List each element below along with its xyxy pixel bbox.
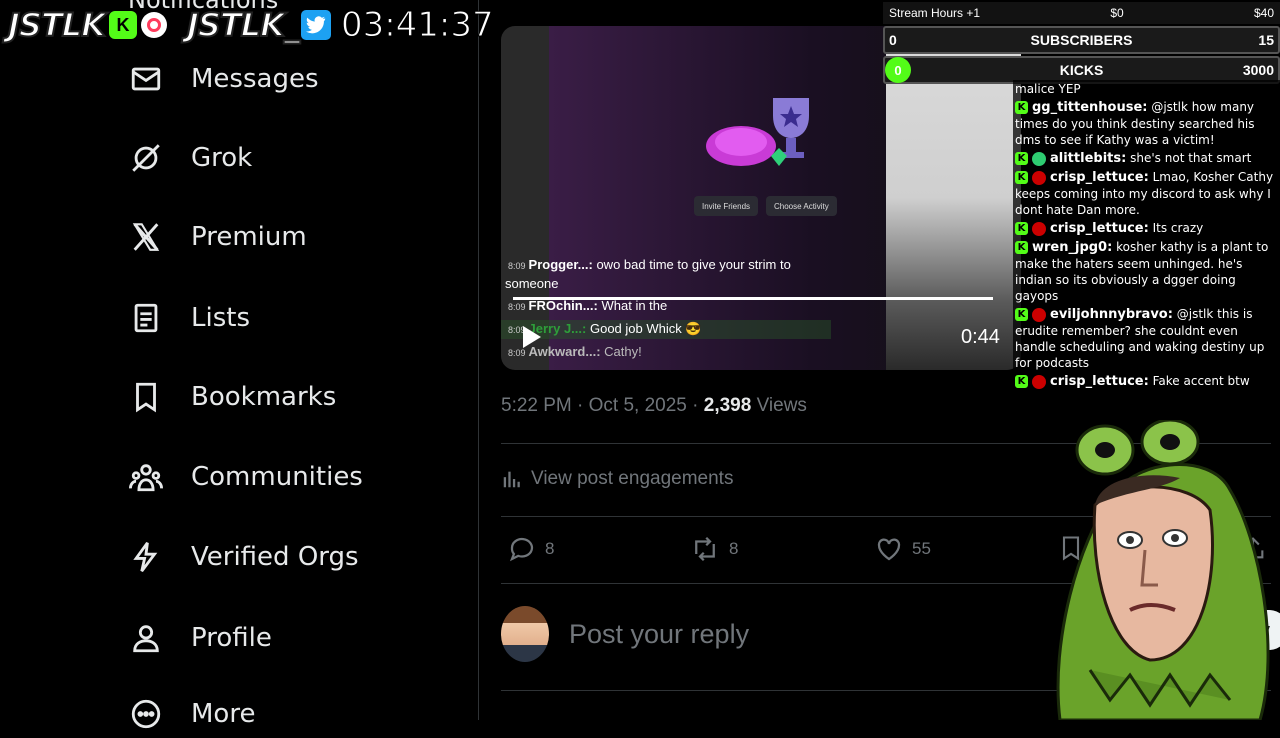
- user-badge-icon: [1032, 221, 1046, 236]
- record-icon: [140, 12, 167, 38]
- sidebar-item-label: Messages: [191, 64, 319, 94]
- stream-overlay-header: JSTLK K JSTLK_ 03:41:37: [0, 0, 560, 50]
- stream-timer: 03:41:37: [340, 5, 494, 46]
- twitter-handle: JSTLK_: [186, 5, 301, 45]
- sidebar-item-label: Premium: [191, 222, 307, 252]
- views-label: Views: [756, 395, 807, 416]
- analytics-icon: [503, 471, 520, 488]
- sidebar-item-profile[interactable]: Profile: [128, 614, 272, 662]
- reply-count: 8: [545, 539, 555, 558]
- chat-message: Kcrisp_lettuce: Its crazy: [1013, 219, 1280, 238]
- invite-friends-button[interactable]: Invite Friends: [694, 196, 759, 216]
- sidebar-item-communities[interactable]: Communities: [128, 453, 363, 501]
- repost-count: 8: [729, 539, 739, 558]
- person-icon: [128, 620, 164, 656]
- more-icon: [128, 696, 164, 732]
- grok-icon: [128, 140, 164, 176]
- kick-badge-icon: K: [1015, 308, 1028, 321]
- chat-message: Kalittlebits: she's not that smart: [1013, 149, 1280, 168]
- sidebar-item-premium[interactable]: Premium: [128, 213, 307, 261]
- kick-handle: JSTLK: [7, 5, 107, 45]
- sidebar-nav: Notifications Messages Grok Premium List…: [0, 0, 479, 729]
- kick-badge-icon: K: [1015, 222, 1028, 235]
- reply-input[interactable]: Post your reply: [569, 619, 749, 650]
- kick-badge-icon: K: [1015, 171, 1028, 184]
- x-logo-icon: [128, 219, 164, 255]
- sidebar-item-messages[interactable]: Messages: [128, 55, 319, 103]
- video-chat-message: 8:09 Progger...: owo bad time to give you…: [505, 257, 791, 291]
- video-progress-bar[interactable]: [513, 297, 993, 300]
- kick-badge-icon: K: [1015, 241, 1028, 254]
- sidebar-item-label: More: [191, 699, 256, 729]
- sidebar-item-label: Verified Orgs: [191, 542, 359, 572]
- sidebar-item-label: Bookmarks: [191, 382, 337, 412]
- reply-action[interactable]: 8: [507, 534, 554, 564]
- user-badge-icon: [1032, 307, 1046, 322]
- user-badge-icon: [1032, 374, 1046, 389]
- like-action[interactable]: 55: [874, 534, 931, 564]
- stream-goals: Stream Hours +1 $0 $40 0 SUBSCRIBERS 15 …: [883, 2, 1280, 86]
- kick-badge-icon: K: [1015, 101, 1028, 114]
- kick-badge-icon: K: [1015, 375, 1028, 388]
- kick-badge-icon: K: [1015, 152, 1028, 165]
- people-icon: [128, 459, 164, 495]
- choose-activity-button[interactable]: Choose Activity: [766, 196, 837, 216]
- user-badge-icon: [1032, 170, 1046, 185]
- chat-message: malice YEP: [1015, 82, 1081, 96]
- user-badge-icon: [1032, 151, 1046, 166]
- stream-hours-goal: Stream Hours +1 $0 $40: [883, 2, 1280, 24]
- streamer-avatar-graphic: [1056, 420, 1270, 720]
- like-count: 55: [912, 539, 931, 558]
- engagements-label: View post engagements: [531, 468, 734, 489]
- chat-message: Kcrisp_lettuce: Fake accent btw: [1013, 372, 1280, 391]
- sidebar-item-bookmarks[interactable]: Bookmarks: [128, 373, 336, 421]
- mail-icon: [128, 61, 164, 97]
- avatar: [501, 606, 549, 662]
- view-engagements-link[interactable]: View post engagements: [501, 468, 733, 490]
- twitter-bird-icon: [300, 10, 331, 40]
- bookmark-icon: [128, 379, 164, 415]
- view-count: 2,398: [703, 395, 752, 416]
- subscribers-goal: 0 SUBSCRIBERS 15: [883, 26, 1280, 54]
- chat-message: Kwren_jpg0: kosher kathy is a plant to m…: [1015, 240, 1269, 303]
- sidebar-item-verified-orgs[interactable]: Verified Orgs: [128, 533, 359, 581]
- list-icon: [128, 300, 164, 336]
- reply-icon: [509, 537, 534, 562]
- chat-message: Kcrisp_lettuce: Lmao, Kosher Cathy keeps…: [1015, 170, 1274, 217]
- video-duration: 0:44: [961, 326, 1000, 348]
- sidebar-item-label: Communities: [191, 462, 363, 492]
- heart-icon: [877, 538, 901, 561]
- reply-composer[interactable]: Post your reply: [501, 606, 749, 662]
- repost-action[interactable]: 8: [689, 534, 738, 564]
- kick-logo-icon: K: [108, 11, 137, 39]
- sidebar-item-grok[interactable]: Grok: [128, 134, 252, 182]
- video-chat-message: 8:09 Jerry J...: Good job Whick 😎: [501, 320, 831, 339]
- video-chat-overlay: 8:09 Progger...: owo bad time to give you…: [501, 256, 831, 362]
- sidebar-item-label: Grok: [191, 143, 253, 173]
- stream-chat: malice YEP Kgg_tittenhouse: @jstlk how m…: [1013, 80, 1280, 391]
- play-icon[interactable]: [523, 326, 541, 348]
- post-meta: 5:22 PM · Oct 5, 2025 · 2,398 Views: [501, 395, 807, 417]
- sidebar-item-label: Profile: [191, 623, 272, 653]
- sidebar-item-more[interactable]: More: [128, 690, 255, 738]
- lightning-icon: [128, 539, 164, 575]
- sidebar-item-label: Lists: [191, 303, 250, 333]
- trophy-graphic: [706, 98, 809, 166]
- chat-message: Keviljohnnybravo: @jstlk this is erudite…: [1015, 307, 1265, 370]
- post-timestamp[interactable]: 5:22 PM · Oct 5, 2025 ·: [501, 395, 698, 416]
- video-chat-message: 8:09 Awkward...: Cathy!: [508, 344, 642, 359]
- sidebar-item-lists[interactable]: Lists: [128, 294, 250, 342]
- chat-message: Kgg_tittenhouse: @jstlk how many times d…: [1015, 100, 1255, 147]
- repost-icon: [695, 536, 715, 562]
